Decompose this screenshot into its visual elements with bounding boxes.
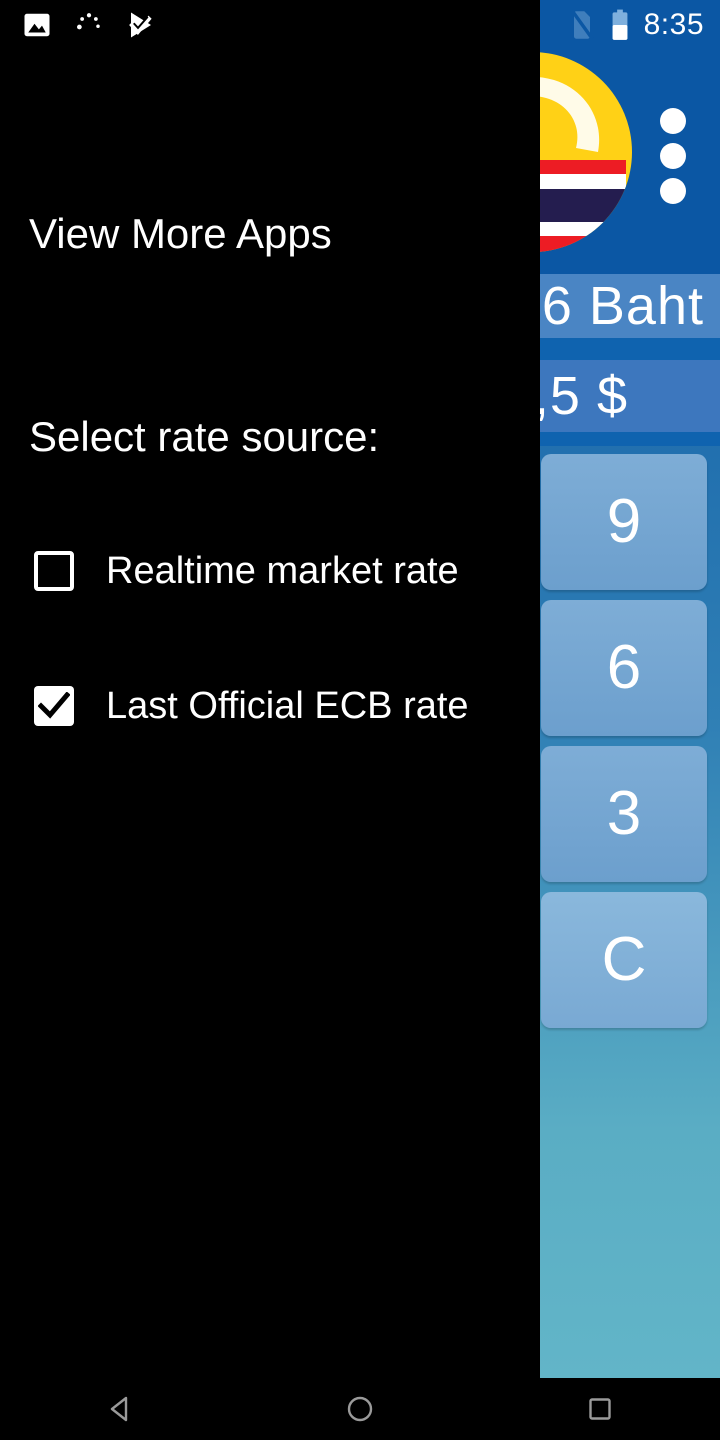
status-bar-clock: 8:35 — [643, 8, 704, 41]
home-button[interactable] — [300, 1378, 420, 1440]
back-triangle-icon — [110, 1396, 128, 1422]
overflow-dot — [660, 178, 686, 204]
recents-square-icon — [589, 1398, 611, 1420]
no-sim-icon — [569, 9, 594, 40]
keypad-key-6[interactable]: 6 — [541, 600, 707, 736]
keypad-key-3[interactable]: 3 — [541, 746, 707, 882]
status-bar-left — [0, 0, 540, 48]
back-button[interactable] — [60, 1378, 180, 1440]
checkbox-label-realtime-market-rate: Realtime market rate — [106, 550, 459, 592]
phone-screen: ฿ 6 Baht ,5 $ 9 6 3 C — [0, 0, 720, 1440]
checkbox-checked-icon[interactable] — [34, 686, 74, 726]
checkbox-unchecked-icon[interactable] — [34, 551, 74, 591]
battery-icon — [612, 9, 628, 40]
drawer-title: View More Apps — [29, 210, 332, 257]
home-circle-icon — [347, 1396, 373, 1422]
overflow-menu-icon[interactable] — [659, 108, 687, 204]
status-bar-system-icons: 8:35 — [568, 8, 704, 42]
recents-button[interactable] — [540, 1378, 660, 1440]
keypad-key-clear[interactable]: C — [541, 892, 707, 1028]
checkbox-row-last-official-ecb-rate[interactable]: Last Official ECB rate — [34, 676, 469, 736]
keypad-key-9[interactable]: 9 — [541, 454, 707, 590]
checkmark-icon — [38, 692, 70, 719]
navigation-drawer: View More Apps Select rate source: Realt… — [0, 0, 540, 1378]
converted-amount-value: 6 Baht — [541, 276, 704, 336]
checkbox-row-realtime-market-rate[interactable]: Realtime market rate — [34, 541, 459, 601]
rate-source-section-label: Select rate source: — [29, 413, 380, 460]
overflow-dot — [660, 143, 686, 169]
play-store-check-icon — [129, 12, 152, 38]
loading-dots-icon — [77, 13, 100, 30]
overflow-dot — [660, 108, 686, 134]
checkbox-label-last-official-ecb-rate: Last Official ECB rate — [106, 685, 469, 727]
input-amount-value: ,5 $ — [533, 366, 628, 426]
status-bar-notification-icons — [22, 10, 156, 40]
android-navigation-bar — [0, 1378, 720, 1440]
image-icon — [24, 13, 50, 37]
